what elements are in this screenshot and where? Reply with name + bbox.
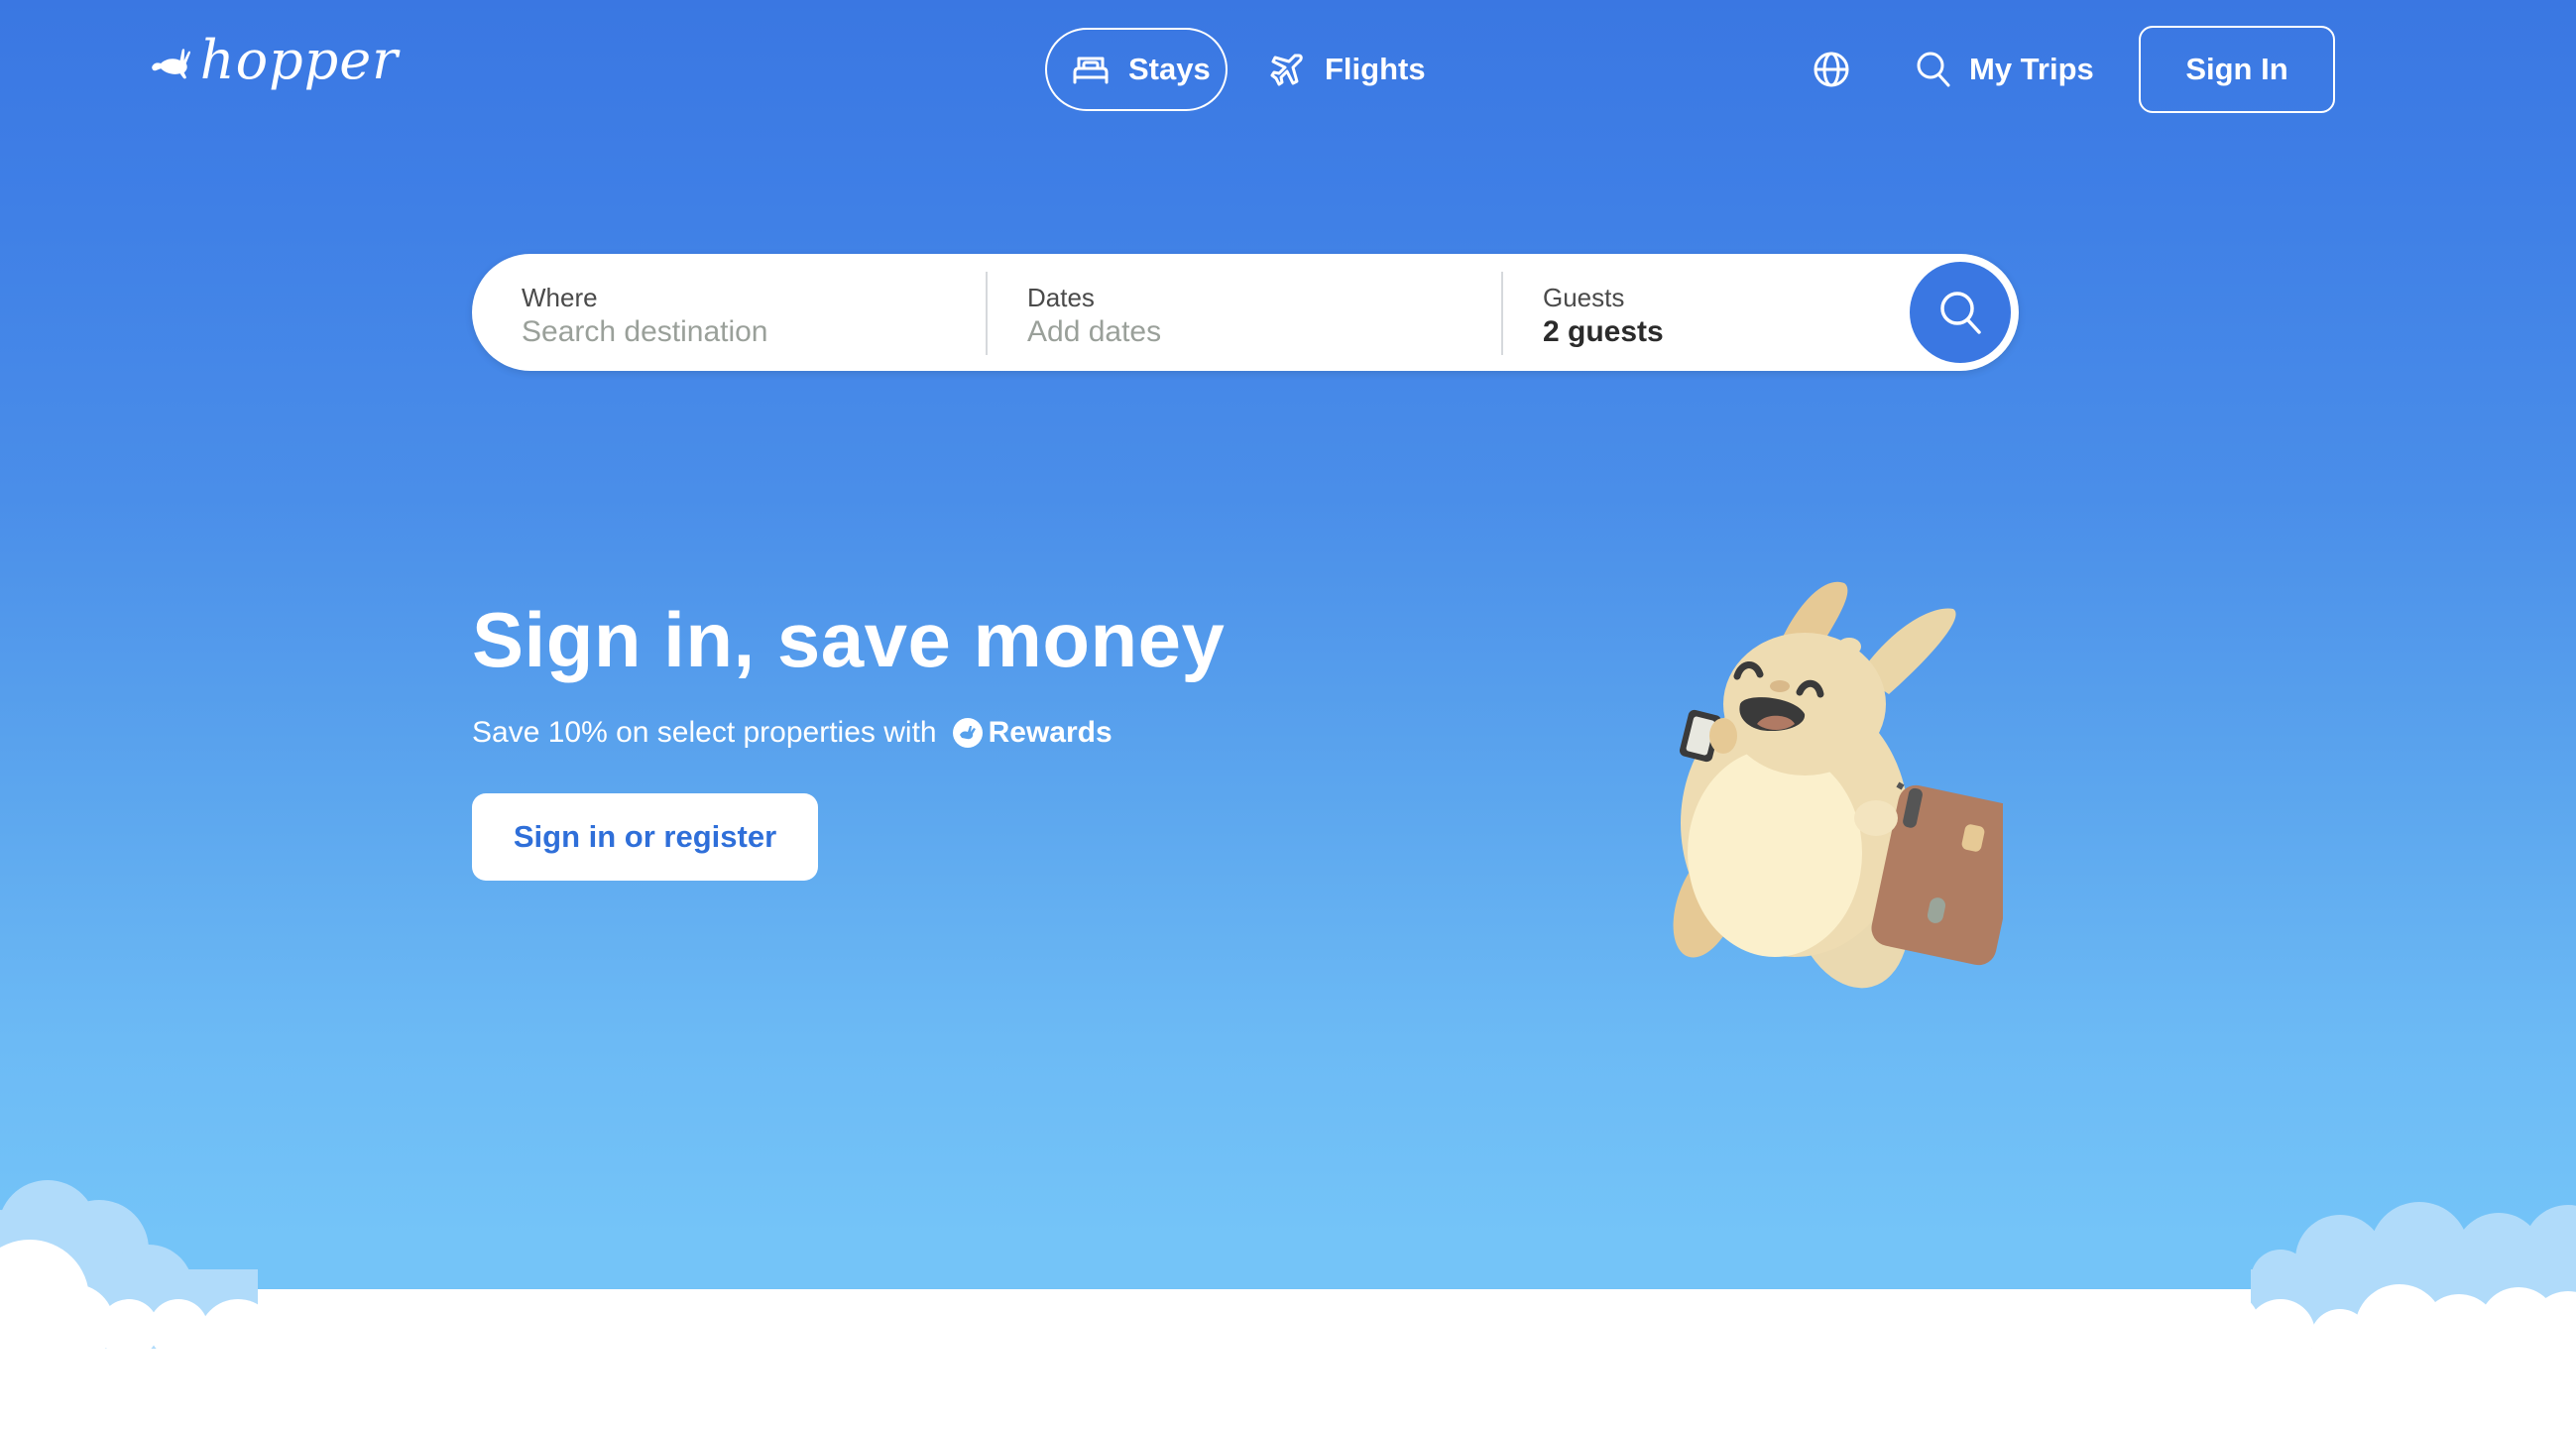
guests-field[interactable]: Guests 2 guests <box>1543 268 1840 357</box>
tab-flights[interactable]: Flights <box>1269 28 1448 111</box>
dates-field[interactable]: Dates Add dates <box>1027 268 1483 357</box>
search-submit-button[interactable] <box>1910 262 2011 363</box>
dates-input[interactable]: Add dates <box>1027 313 1483 351</box>
rewards-badge: Rewards <box>952 716 1112 750</box>
promo-subtitle: Save 10% on select properties with Rewar… <box>472 716 1112 750</box>
language-button[interactable] <box>1813 28 1850 111</box>
bunny-mascot-illustration <box>1673 581 2003 989</box>
search-icon <box>1917 52 1950 87</box>
tab-flights-label: Flights <box>1325 52 1426 86</box>
hero-background <box>0 0 2576 1289</box>
guests-value[interactable]: 2 guests <box>1543 313 1840 351</box>
sign-in-or-register-button[interactable]: Sign in or register <box>472 793 818 881</box>
promo-title: Sign in, save money <box>472 596 1226 683</box>
my-trips-link[interactable]: My Trips <box>1916 28 2094 111</box>
where-input[interactable]: Search destination <box>522 313 978 351</box>
brand-name: hopper <box>199 29 399 91</box>
bunny-logo-icon <box>152 49 191 79</box>
field-divider <box>986 272 988 355</box>
globe-icon <box>1814 52 1849 87</box>
field-divider <box>1501 272 1503 355</box>
tab-stays-label: Stays <box>1128 52 1211 86</box>
rewards-label: Rewards <box>988 716 1112 749</box>
tab-stays[interactable]: Stays <box>1045 28 1228 111</box>
bed-icon <box>1073 57 1109 84</box>
promo-subtitle-text: Save 10% on select properties with <box>472 716 937 749</box>
guests-label: Guests <box>1543 283 1625 312</box>
my-trips-label: My Trips <box>1969 52 2094 86</box>
sign-in-button[interactable]: Sign In <box>2139 26 2335 113</box>
airplane-icon <box>1270 54 1303 86</box>
where-field[interactable]: Where Search destination <box>522 268 978 357</box>
dates-label: Dates <box>1027 283 1095 312</box>
rewards-bunny-icon <box>952 718 983 748</box>
clouds-decoration <box>0 1180 2576 1432</box>
hopper-logo[interactable]: hopper <box>151 26 399 101</box>
search-icon <box>1940 292 1981 334</box>
where-label: Where <box>522 283 598 312</box>
search-bar: Where Search destination Dates Add dates… <box>472 254 2019 371</box>
